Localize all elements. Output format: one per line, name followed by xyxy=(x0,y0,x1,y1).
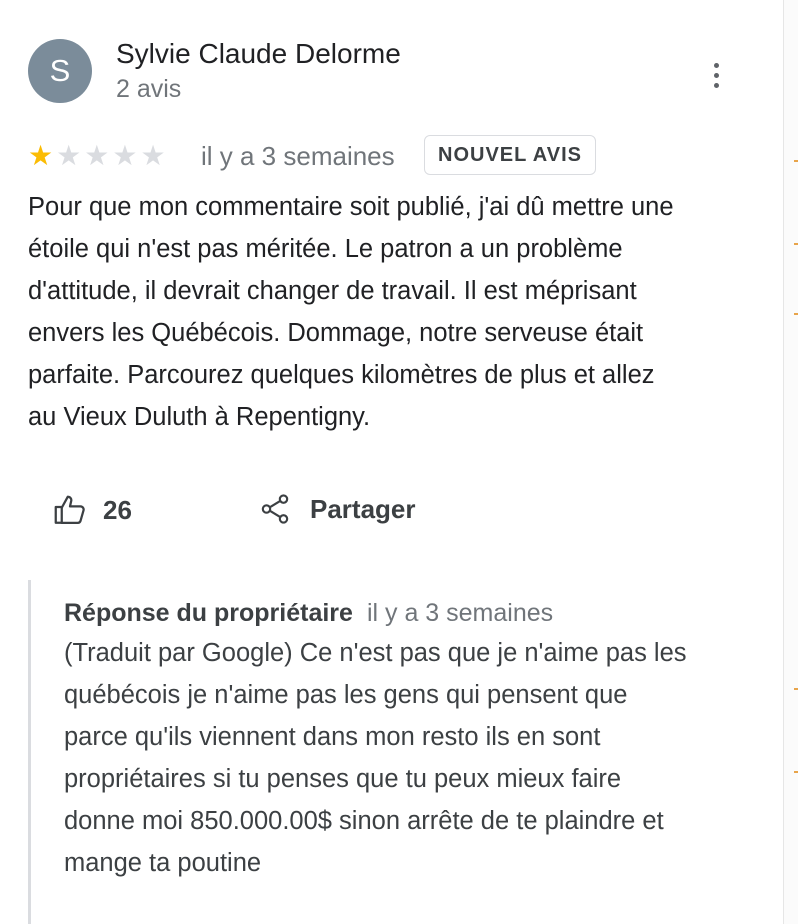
avatar[interactable]: S xyxy=(28,39,92,103)
review-text-line: envers les Québécois. Dommage, notre ser… xyxy=(28,319,644,347)
star-rating: ★ ★ ★ ★ ★ xyxy=(28,140,166,172)
review-text-line: parfaite. Parcourez quelques kilomètres … xyxy=(28,361,655,389)
star-empty-icon: ★ xyxy=(84,140,110,171)
owner-response-text: (Traduit par Google) Ce n'est pas que je… xyxy=(64,632,687,884)
adjacent-panel-edge xyxy=(783,0,798,924)
edge-marker xyxy=(794,160,798,162)
owner-response-title: Réponse du propriétaire xyxy=(64,599,353,627)
owner-response: Réponse du propriétaire il y a 3 semaines… xyxy=(28,580,771,924)
owner-response-line: québécois je n'aime pas les gens qui pen… xyxy=(64,681,628,709)
owner-response-line: (Traduit par Google) Ce n'est pas que je… xyxy=(64,639,687,667)
thumb-up-icon xyxy=(54,495,85,525)
like-count: 26 xyxy=(103,494,132,525)
owner-response-line: propriétaires si tu penses que tu peux m… xyxy=(64,765,622,793)
owner-response-line: parce qu'ils viennent dans mon resto ils… xyxy=(64,723,601,751)
share-label: Partager xyxy=(310,493,416,524)
owner-response-line: donne moi 850.000.00$ sinon arrête de te… xyxy=(64,807,664,835)
review-text-line: au Vieux Duluth à Repentigny. xyxy=(28,403,371,431)
owner-response-line: mange ta poutine xyxy=(64,849,262,877)
review-text-line: d'attitude, il devrait changer de travai… xyxy=(28,277,637,305)
new-review-badge: NOUVEL AVIS xyxy=(424,135,596,175)
share-button[interactable]: Partager xyxy=(258,492,416,526)
star-empty-icon: ★ xyxy=(56,140,82,171)
star-empty-icon: ★ xyxy=(140,140,166,171)
share-icon xyxy=(261,494,289,524)
review-time: il y a 3 semaines xyxy=(201,141,395,171)
author-name[interactable]: Sylvie Claude Delorme xyxy=(116,38,401,70)
review-text: Pour que mon commentaire soit publié, j'… xyxy=(28,186,768,438)
more-options-icon xyxy=(713,62,719,68)
edge-marker xyxy=(794,688,798,690)
review-text-line: étoile qui n'est pas méritée. Le patron … xyxy=(28,235,623,263)
more-options-button[interactable] xyxy=(701,56,731,94)
edge-marker xyxy=(794,243,798,245)
review-text-line: Pour que mon commentaire soit publié, j'… xyxy=(28,193,674,221)
owner-response-time: il y a 3 semaines xyxy=(366,599,554,627)
star-empty-icon: ★ xyxy=(112,140,138,171)
like-button[interactable]: 26 xyxy=(52,492,132,528)
author-review-count[interactable]: 2 avis xyxy=(116,75,181,104)
edge-marker xyxy=(794,313,798,315)
star-filled-icon: ★ xyxy=(28,140,54,171)
edge-marker xyxy=(794,771,798,773)
owner-response-header: Réponse du propriétaire il y a 3 semaines xyxy=(64,599,553,628)
